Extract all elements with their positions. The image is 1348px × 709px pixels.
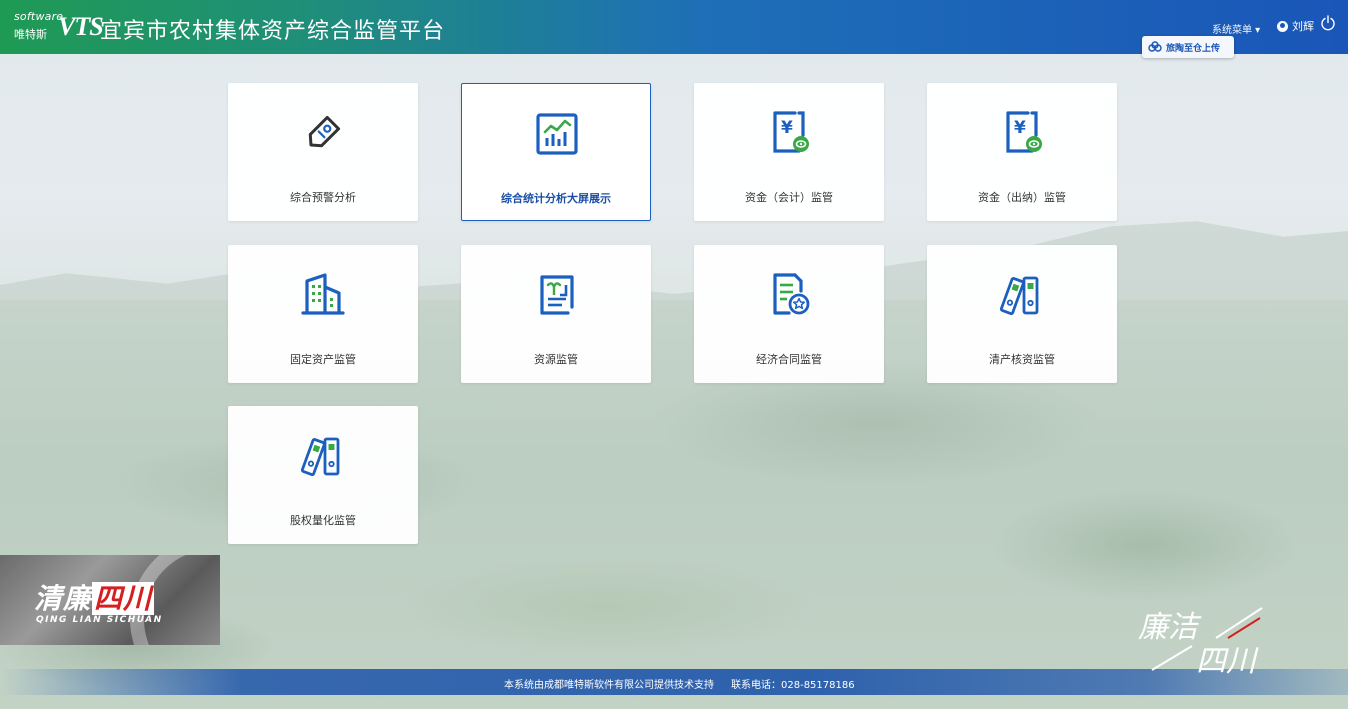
yuan-ledger-icon: ¥ xyxy=(1006,111,1042,153)
footer-phone-text: 联系电话：028-85178186 xyxy=(731,680,855,691)
watermark-right-line1: 廉洁 xyxy=(1138,610,1198,645)
bar-chart-icon xyxy=(536,113,578,155)
tile-equity-quantification[interactable]: 股权量化监管 xyxy=(228,406,418,544)
upload-button-label: 旅陶至仓上传 xyxy=(1166,43,1221,54)
tile-label: 资金（出纳）监管 xyxy=(978,191,1066,204)
building-icon xyxy=(301,273,345,315)
svg-text:¥: ¥ xyxy=(781,118,793,138)
watermark-cn-red: 四川 xyxy=(92,582,155,615)
upload-button[interactable]: 旅陶至仓上传 xyxy=(1142,36,1234,58)
tile-warning-analysis[interactable]: 综合预警分析 xyxy=(228,83,418,221)
watermark-right-line2: 四川 xyxy=(1196,644,1256,679)
svg-text:¥: ¥ xyxy=(1014,118,1026,138)
user-name: 刘辉 xyxy=(1292,20,1314,33)
logo-cn-text: 唯特斯 xyxy=(14,28,47,41)
contract-star-icon xyxy=(773,273,810,315)
system-menu-dropdown[interactable]: 系统菜单 ▾ xyxy=(1212,21,1260,36)
power-icon[interactable] xyxy=(1320,15,1336,31)
binder-icon xyxy=(300,437,340,477)
tile-contracts[interactable]: 经济合同监管 xyxy=(694,245,884,383)
user-icon xyxy=(1277,20,1288,32)
watermark-pinyin: QING LIAN SICHUAN xyxy=(36,615,163,625)
tile-fund-accounting[interactable]: ¥ 资金（会计）监管 xyxy=(694,83,884,221)
tile-label: 资金（会计）监管 xyxy=(745,191,833,204)
tile-label: 股权量化监管 xyxy=(290,514,356,527)
yuan-ledger-icon: ¥ xyxy=(773,111,809,153)
watermark-cn: 清廉四川 xyxy=(34,577,155,617)
tile-fund-cashier[interactable]: ¥ 资金（出纳）监管 xyxy=(927,83,1117,221)
binder-icon xyxy=(999,276,1039,316)
cloud-link-icon xyxy=(1148,41,1162,52)
tag-icon xyxy=(308,115,341,148)
company-logo: software 唯特斯 VTS xyxy=(14,10,104,44)
footer-support-text: 本系统由成都唯特斯软件有限公司提供技术支持 xyxy=(504,680,714,691)
tile-statistics-dashboard[interactable]: 综合统计分析大屏展示 xyxy=(461,83,651,221)
tile-fixed-assets[interactable]: 固定资产监管 xyxy=(228,245,418,383)
watermark-cn-white: 清廉 xyxy=(34,582,93,615)
page-title: 宜宾市农村集体资产综合监管平台 xyxy=(100,19,446,44)
tile-label: 经济合同监管 xyxy=(756,353,822,366)
tile-label: 综合预警分析 xyxy=(290,191,356,204)
logo-mark: VTS xyxy=(58,12,104,41)
watermark-lianjie-sichuan: 廉洁 四川 xyxy=(1132,598,1282,682)
resource-document-icon xyxy=(540,275,574,315)
watermark-qinglian-sichuan: 清廉四川 QING LIAN SICHUAN xyxy=(0,555,220,645)
tile-resources[interactable]: 资源监管 xyxy=(461,245,651,383)
tile-label: 综合统计分析大屏展示 xyxy=(501,192,611,205)
tile-asset-verification[interactable]: 清产核资监管 xyxy=(927,245,1117,383)
tile-label: 固定资产监管 xyxy=(290,353,356,366)
user-menu[interactable]: 刘辉 xyxy=(1277,18,1314,34)
tile-label: 清产核资监管 xyxy=(989,353,1055,366)
logo-software-text: software xyxy=(14,10,64,23)
tile-label: 资源监管 xyxy=(534,353,578,366)
